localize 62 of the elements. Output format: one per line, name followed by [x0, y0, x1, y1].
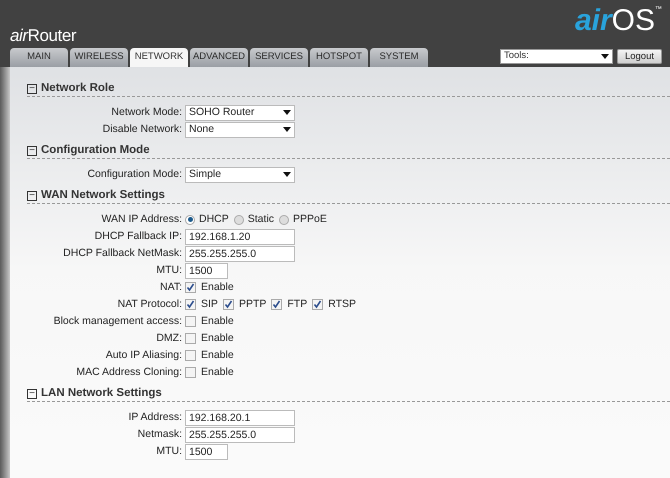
field-label: Network Mode:	[111, 104, 182, 120]
radio-option[interactable]: Static	[234, 212, 274, 228]
collapse-toggle[interactable]: −	[27, 388, 37, 398]
input-field[interactable]: 192.168.1.20	[185, 228, 295, 244]
nav-tab[interactable]: SERVICES	[250, 48, 308, 67]
input-field[interactable]: 255.255.255.0	[185, 426, 295, 442]
field-label: NAT Protocol:	[118, 296, 182, 312]
checkbox-option[interactable]: SIP	[185, 296, 218, 312]
section-title: Network Role	[41, 80, 114, 96]
field-label: DMZ:	[156, 330, 182, 346]
field-label: MAC Address Cloning:	[76, 364, 182, 380]
caret-icon	[600, 54, 609, 59]
nav-tab[interactable]: ADVANCED	[190, 48, 248, 67]
field-label: DHCP Fallback IP:	[94, 228, 182, 244]
caret-icon	[283, 127, 291, 132]
field-label: MTU:	[156, 444, 182, 459]
checkbox-option[interactable]: Enable	[185, 330, 234, 346]
collapse-toggle[interactable]: −	[27, 84, 37, 94]
section-title: Configuration Mode	[41, 142, 150, 158]
checkbox-option[interactable]: Enable	[185, 314, 234, 330]
caret-icon	[283, 172, 291, 177]
checkbox-option[interactable]: Enable	[185, 364, 234, 380]
radio-option[interactable]: DHCP	[185, 212, 229, 228]
checkbox-option[interactable]: PPTP	[222, 296, 266, 312]
dropdown[interactable]: None	[185, 122, 295, 138]
nav-tab[interactable]: WIRELESS	[70, 48, 128, 67]
field-label: WAN IP Address:	[101, 212, 182, 227]
dropdown[interactable]: SOHO Router	[185, 104, 295, 120]
nav-tab[interactable]: SYSTEM	[370, 48, 428, 67]
input-field[interactable]: 192.168.20.1	[185, 410, 295, 426]
field-label: Configuration Mode:	[87, 166, 182, 182]
checkmark-icon	[224, 300, 233, 309]
input-field[interactable]: 1500	[185, 262, 228, 278]
collapse-toggle[interactable]: −	[27, 190, 37, 200]
field-label: DHCP Fallback NetMask:	[63, 246, 182, 261]
input-field[interactable]: 255.255.255.0	[185, 246, 295, 262]
field-label: Auto IP Aliasing:	[106, 348, 182, 363]
input-field[interactable]: 1500	[185, 444, 228, 460]
product-logo: airRouter	[10, 27, 76, 44]
nav-tab[interactable]: MAIN	[10, 48, 68, 67]
field-label: Block management access:	[54, 314, 182, 329]
field-label: IP Address:	[128, 410, 182, 425]
section-title: WAN Network Settings	[41, 188, 165, 203]
caret-icon	[283, 110, 291, 115]
checkbox-option[interactable]: Enable	[185, 280, 234, 296]
field-label: NAT:	[160, 280, 182, 295]
field-label: MTU:	[156, 262, 182, 278]
logout-button[interactable]: Logout	[616, 49, 662, 64]
checkmark-icon	[313, 300, 322, 309]
field-label: Disable Network:	[102, 122, 182, 137]
field-label: Netmask:	[138, 426, 182, 442]
nav-tab[interactable]: HOTSPOT	[310, 48, 368, 67]
tools-dropdown[interactable]: Tools:	[500, 49, 613, 64]
checkbox-option[interactable]: Enable	[185, 348, 234, 364]
nav-tab[interactable]: NETWORK	[130, 48, 188, 67]
checkbox-option[interactable]: RTSP	[312, 296, 356, 312]
checkbox-option[interactable]: FTP	[271, 296, 308, 312]
checkmark-icon	[272, 300, 282, 309]
dropdown[interactable]: Simple	[185, 166, 295, 182]
section-title: LAN Network Settings	[41, 386, 162, 401]
collapse-toggle[interactable]: −	[27, 146, 37, 156]
radio-option[interactable]: PPPoE	[279, 212, 327, 228]
